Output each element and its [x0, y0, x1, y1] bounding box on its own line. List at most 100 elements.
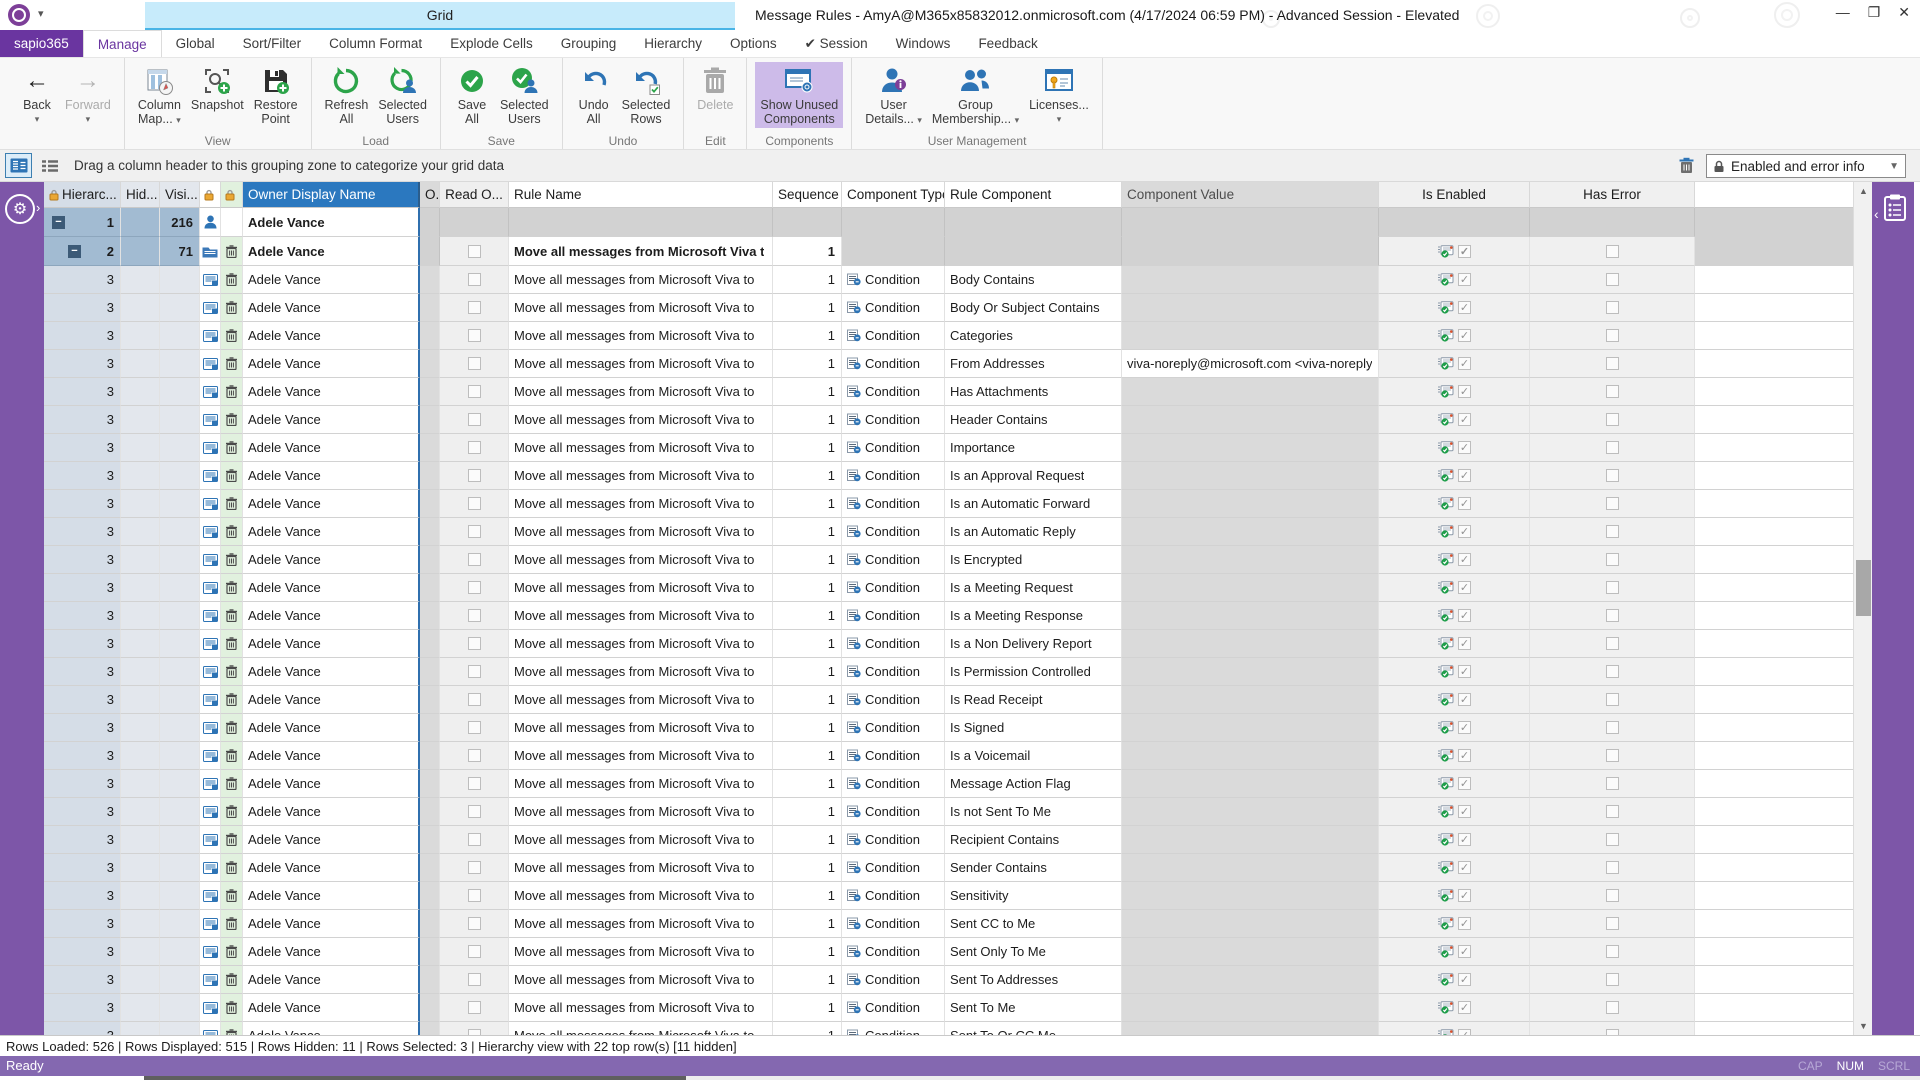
delete-button[interactable]: Delete [692, 62, 738, 114]
component-row[interactable]: 3 Adele Vance Move all messages from Micro… [44, 602, 1853, 630]
read-only-checkbox[interactable] [467, 889, 481, 902]
delete-rule-cell[interactable] [221, 266, 243, 294]
read-only-checkbox[interactable] [467, 917, 481, 930]
has-error-checkbox[interactable] [1605, 861, 1619, 874]
read-only-checkbox[interactable] [467, 357, 481, 370]
read-only-checkbox[interactable] [467, 861, 481, 874]
component-row[interactable]: 3 Adele Vance Move all messages from Micro… [44, 798, 1853, 826]
read-only-checkbox[interactable] [467, 553, 481, 566]
undo-all-button[interactable]: Undo All [571, 62, 617, 128]
read-only-checkbox[interactable] [467, 1001, 481, 1014]
is-enabled-checkbox[interactable]: ✓ [1458, 581, 1471, 594]
column-header-rule-component[interactable]: Rule Component [945, 182, 1122, 208]
minimize-button[interactable]: — [1836, 4, 1850, 21]
trash-icon[interactable] [226, 553, 237, 566]
is-enabled-checkbox[interactable]: ✓ [1458, 357, 1471, 370]
is-enabled-checkbox[interactable]: ✓ [1458, 861, 1471, 874]
group-membership-button[interactable]: Group Membership... ▾ [927, 62, 1024, 129]
delete-rule-cell[interactable] [221, 1022, 243, 1035]
read-only-checkbox[interactable] [467, 441, 481, 454]
tab-windows[interactable]: Windows [882, 30, 965, 57]
delete-rule-cell[interactable] [221, 406, 243, 434]
tab-manage[interactable]: Manage [82, 30, 162, 57]
tab-session[interactable]: ✔ Session [791, 30, 882, 57]
column-header-o[interactable]: O... [420, 182, 440, 208]
read-only-checkbox[interactable] [467, 581, 481, 594]
is-enabled-checkbox[interactable]: ✓ [1458, 497, 1471, 510]
column-header-component-value[interactable]: Component Value [1122, 182, 1379, 208]
is-enabled-checkbox[interactable]: ✓ [1458, 525, 1471, 538]
has-error-checkbox[interactable] [1605, 889, 1619, 902]
component-row[interactable]: 3 Adele Vance Move all messages from Micro… [44, 434, 1853, 462]
has-error-checkbox[interactable] [1605, 945, 1619, 958]
column-header-filler[interactable] [1695, 182, 1853, 208]
delete-rule-cell[interactable] [221, 798, 243, 826]
contextual-tab-grid[interactable]: Grid [145, 2, 735, 30]
tab-sort-filter[interactable]: Sort/Filter [229, 30, 316, 57]
is-enabled-checkbox[interactable]: ✓ [1458, 777, 1471, 790]
has-error-checkbox[interactable] [1605, 749, 1619, 762]
component-row[interactable]: 3 Adele Vance Move all messages from Micro… [44, 938, 1853, 966]
has-error-checkbox[interactable] [1605, 553, 1619, 566]
horizontal-scrollbar[interactable] [0, 1076, 1920, 1080]
delete-rule-cell[interactable] [221, 742, 243, 770]
trash-icon[interactable] [226, 637, 237, 650]
delete-rule-cell[interactable] [221, 938, 243, 966]
trash-icon[interactable] [226, 917, 237, 930]
has-error-checkbox[interactable] [1605, 609, 1619, 622]
read-only-checkbox[interactable] [467, 609, 481, 622]
has-error-checkbox[interactable] [1605, 637, 1619, 650]
column-header-owner-display-name[interactable]: Owner Display Name [243, 182, 420, 208]
has-error-checkbox[interactable] [1605, 693, 1619, 706]
trash-icon[interactable] [226, 301, 237, 314]
is-enabled-checkbox[interactable]: ✓ [1458, 385, 1471, 398]
component-row[interactable]: 3 Adele Vance Move all messages from Micro… [44, 406, 1853, 434]
delete-rule-cell[interactable] [221, 714, 243, 742]
read-only-checkbox[interactable] [467, 833, 481, 846]
delete-rule-cell[interactable] [221, 294, 243, 322]
component-row[interactable]: 3 Adele Vance Move all messages from Micro… [44, 826, 1853, 854]
trash-icon[interactable] [226, 581, 237, 594]
user-details-button[interactable]: User Details... ▾ [860, 62, 927, 129]
trash-icon[interactable] [226, 244, 237, 258]
column-header-is-enabled[interactable]: Is Enabled [1379, 182, 1530, 208]
save-all-button[interactable]: Save All [449, 62, 495, 128]
delete-rule-cell[interactable] [221, 826, 243, 854]
expand-left-panel-icon[interactable]: › [36, 200, 40, 215]
trash-icon[interactable] [226, 721, 237, 734]
delete-rule-cell[interactable] [221, 462, 243, 490]
column-header-has-error[interactable]: Has Error [1530, 182, 1695, 208]
refresh-selected-button[interactable]: Selected Users [373, 62, 432, 128]
has-error-checkbox[interactable] [1605, 497, 1619, 510]
has-error-checkbox[interactable] [1605, 973, 1619, 986]
is-enabled-checkbox[interactable]: ✓ [1458, 273, 1471, 286]
delete-rule-cell[interactable] [221, 518, 243, 546]
has-error-checkbox[interactable] [1605, 385, 1619, 398]
has-error-checkbox[interactable] [1605, 665, 1619, 678]
app-icon[interactable] [8, 4, 30, 26]
is-enabled-checkbox[interactable]: ✓ [1458, 469, 1471, 482]
has-error-checkbox[interactable] [1605, 917, 1619, 930]
delete-rule-cell[interactable] [221, 686, 243, 714]
tab-grouping[interactable]: Grouping [547, 30, 631, 57]
read-only-checkbox[interactable] [467, 469, 481, 482]
is-enabled-checkbox[interactable]: ✓ [1458, 441, 1471, 454]
read-only-checkbox[interactable] [467, 525, 481, 538]
component-row[interactable]: 3 Adele Vance Move all messages from Micro… [44, 294, 1853, 322]
read-only-checkbox[interactable] [467, 329, 481, 342]
component-row[interactable]: 3 Adele Vance Move all messages from Micro… [44, 322, 1853, 350]
is-enabled-checkbox[interactable]: ✓ [1458, 721, 1471, 734]
read-only-checkbox[interactable] [467, 637, 481, 650]
has-error-checkbox[interactable] [1605, 244, 1619, 258]
trash-icon[interactable] [226, 749, 237, 762]
vertical-scroll-thumb[interactable] [1856, 560, 1871, 616]
component-row[interactable]: 3 Adele Vance Move all messages from Micro… [44, 630, 1853, 658]
column-header-read-only[interactable]: Read O... [440, 182, 509, 208]
delete-rule-cell[interactable] [221, 378, 243, 406]
read-only-checkbox[interactable] [467, 244, 481, 258]
vertical-scrollbar[interactable]: ▲ ▼ [1853, 182, 1872, 1035]
read-only-checkbox[interactable] [467, 721, 481, 734]
column-header-rule-name[interactable]: Rule Name [509, 182, 773, 208]
save-selected-button[interactable]: Selected Users [495, 62, 554, 128]
has-error-checkbox[interactable] [1605, 581, 1619, 594]
